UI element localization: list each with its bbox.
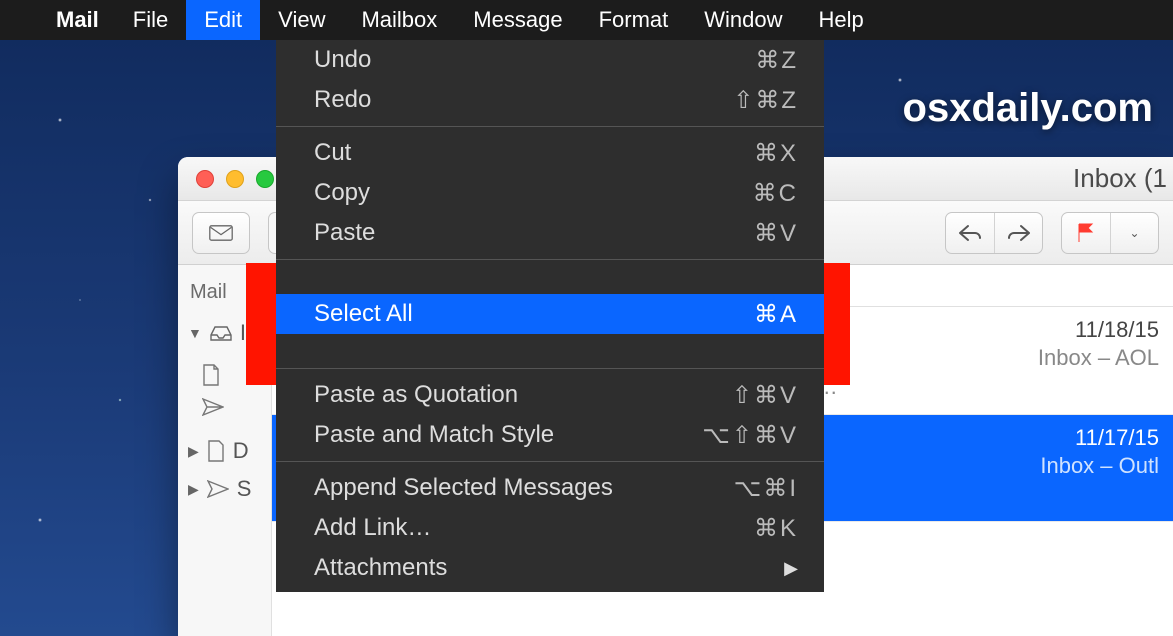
disclosure-triangle-icon: ▼	[188, 325, 202, 341]
forward-icon	[1006, 224, 1032, 242]
envelope-icon	[209, 223, 233, 243]
menu-attachments[interactable]: Attachments ▶	[276, 548, 824, 588]
sidebar-item-sent[interactable]	[178, 392, 271, 422]
menu-select-all[interactable]: Select All ⌘A	[276, 294, 824, 334]
menu-add-link[interactable]: Add Link… ⌘K	[276, 508, 824, 548]
disclosure-triangle-icon: ▶	[188, 481, 199, 498]
menu-paste-match-style[interactable]: Paste and Match Style ⌥⇧⌘V	[276, 415, 824, 455]
menu-window[interactable]: Window	[686, 0, 800, 40]
zoom-window-button[interactable]	[256, 170, 274, 188]
mailboxes-sidebar: Mail ▼ I ▶ D ▶ S	[178, 265, 272, 636]
menu-hidden-area-top	[276, 266, 824, 294]
menu-add-link-shortcut: ⌘K	[754, 514, 798, 543]
sidebar-inbox-label: I	[240, 320, 246, 346]
forward-button[interactable]	[994, 213, 1042, 253]
menu-paste-as-quotation[interactable]: Paste as Quotation ⇧⌘V	[276, 375, 824, 415]
flag-button[interactable]	[1062, 213, 1110, 253]
menu-attachments-label: Attachments	[314, 554, 784, 582]
menu-copy[interactable]: Copy ⌘C	[276, 173, 824, 213]
inbox-icon	[210, 325, 232, 341]
sidebar-heading: Mail	[178, 281, 271, 314]
menu-paste-label: Paste	[314, 219, 754, 247]
flag-icon	[1075, 222, 1097, 244]
message-date: 11/17/15	[1075, 425, 1159, 451]
menu-select-all-shortcut: ⌘A	[754, 300, 798, 329]
menu-cut[interactable]: Cut ⌘X	[276, 133, 824, 173]
menu-separator	[276, 461, 824, 462]
submenu-arrow-icon: ▶	[784, 558, 798, 579]
menu-paste-as-quotation-label: Paste as Quotation	[314, 381, 732, 409]
menu-hidden-area-bottom	[276, 334, 824, 362]
chevron-down-icon: ⌄	[1129, 226, 1139, 240]
menu-mailbox[interactable]: Mailbox	[343, 0, 455, 40]
menu-format[interactable]: Format	[581, 0, 687, 40]
menu-paste[interactable]: Paste ⌘V	[276, 213, 824, 253]
minimize-window-button[interactable]	[226, 170, 244, 188]
flag-segment: ⌄	[1061, 212, 1159, 254]
menu-undo[interactable]: Undo ⌘Z	[276, 40, 824, 80]
sidebar-row-d[interactable]: ▶ D	[178, 432, 271, 470]
menu-help[interactable]: Help	[801, 0, 882, 40]
macos-menubar: Mail File Edit View Mailbox Message Form…	[0, 0, 1173, 40]
menu-paste-match-style-label: Paste and Match Style	[314, 421, 702, 449]
sent-icon	[202, 398, 224, 416]
menu-append-selected-shortcut: ⌥⌘I	[734, 474, 798, 503]
app-name[interactable]: Mail	[40, 7, 115, 33]
message-mailbox: Inbox – AOL	[1038, 345, 1159, 371]
menu-undo-shortcut: ⌘Z	[755, 46, 798, 75]
menu-paste-shortcut: ⌘V	[754, 219, 798, 248]
menu-separator	[276, 368, 824, 369]
menu-cut-label: Cut	[314, 139, 754, 167]
menu-cut-shortcut: ⌘X	[754, 139, 798, 168]
menu-add-link-label: Add Link…	[314, 514, 754, 542]
sidebar-row-s[interactable]: ▶ S	[178, 470, 271, 508]
flag-menu-button[interactable]: ⌄	[1110, 213, 1158, 253]
message-mailbox: Inbox – Outl	[1040, 453, 1159, 479]
sidebar-row-s-label: S	[237, 476, 252, 502]
watermark-text: osxdaily.com	[903, 86, 1153, 131]
message-date: 11/18/15	[1075, 317, 1159, 343]
menu-redo[interactable]: Redo ⇧⌘Z	[276, 80, 824, 120]
reply-segment	[945, 212, 1043, 254]
menu-paste-as-quotation-shortcut: ⇧⌘V	[732, 381, 798, 410]
menu-view[interactable]: View	[260, 0, 343, 40]
menu-message[interactable]: Message	[455, 0, 580, 40]
document-icon	[207, 440, 225, 462]
menu-append-selected-messages[interactable]: Append Selected Messages ⌥⌘I	[276, 468, 824, 508]
close-window-button[interactable]	[196, 170, 214, 188]
get-mail-button[interactable]	[192, 212, 250, 254]
paperplane-icon	[207, 480, 229, 498]
reply-button[interactable]	[946, 213, 994, 253]
menu-separator	[276, 126, 824, 127]
menu-file[interactable]: File	[115, 0, 186, 40]
menu-paste-match-style-shortcut: ⌥⇧⌘V	[702, 421, 798, 450]
sidebar-item-draft[interactable]	[178, 358, 271, 392]
menu-edit[interactable]: Edit	[186, 0, 260, 40]
menu-redo-shortcut: ⇧⌘Z	[733, 86, 798, 115]
draft-icon	[202, 364, 220, 386]
menu-copy-shortcut: ⌘C	[753, 179, 798, 208]
menu-redo-label: Redo	[314, 86, 733, 114]
reply-icon	[957, 224, 983, 242]
sidebar-inbox[interactable]: ▼ I	[178, 314, 271, 352]
menu-copy-label: Copy	[314, 179, 753, 207]
edit-dropdown-menu: Undo ⌘Z Redo ⇧⌘Z Cut ⌘X Copy ⌘C Paste ⌘V…	[276, 40, 824, 592]
sidebar-row-d-label: D	[233, 438, 249, 464]
menu-select-all-label: Select All	[314, 300, 754, 328]
menu-separator	[276, 259, 824, 260]
menu-append-selected-label: Append Selected Messages	[314, 474, 734, 502]
menu-undo-label: Undo	[314, 46, 755, 74]
disclosure-triangle-icon: ▶	[188, 443, 199, 460]
